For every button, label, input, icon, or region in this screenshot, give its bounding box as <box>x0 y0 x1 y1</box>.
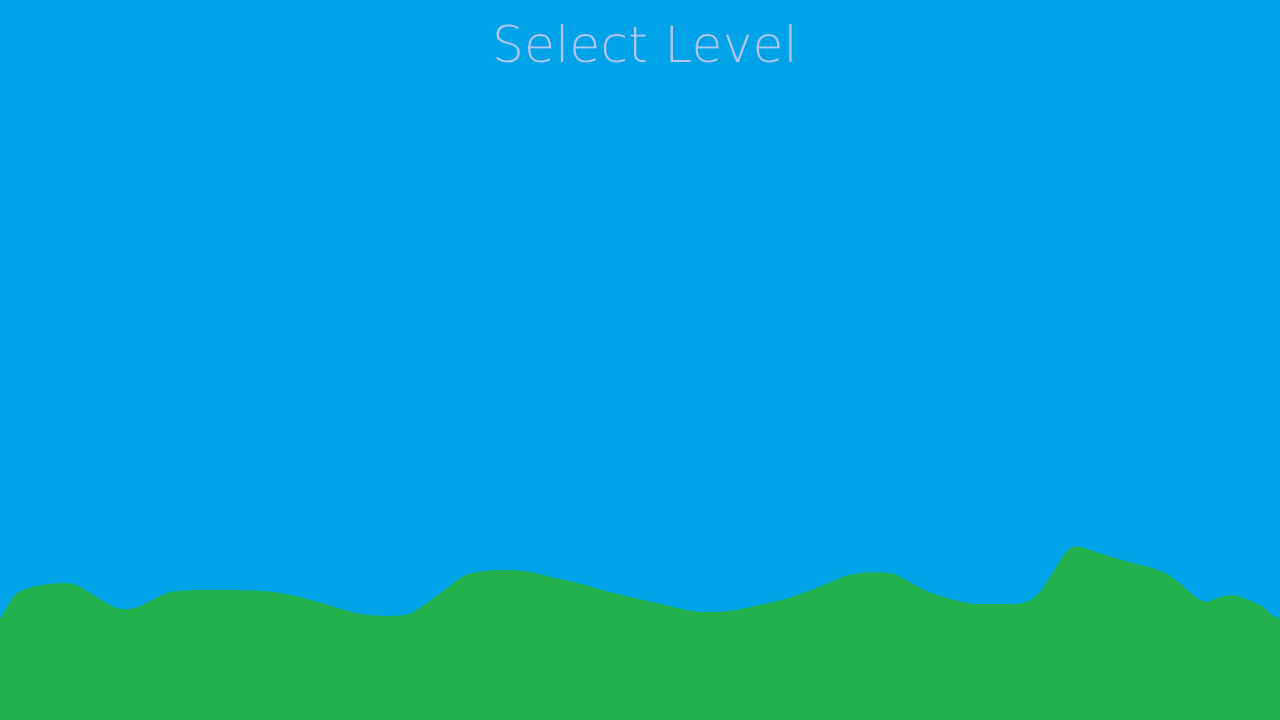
grass-hills <box>0 546 1280 720</box>
ground-terrain <box>0 546 1280 720</box>
level-select-screen: Select Level <box>0 0 1280 720</box>
